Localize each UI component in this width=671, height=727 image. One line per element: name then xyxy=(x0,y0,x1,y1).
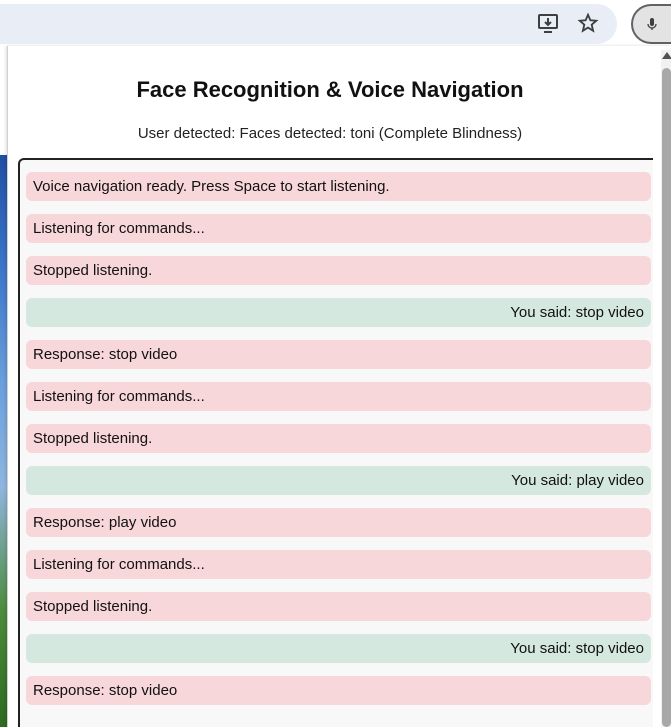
system-message: Response: stop video xyxy=(26,676,651,705)
system-message: Voice navigation ready. Press Space to s… xyxy=(26,172,651,201)
system-message: Response: play video xyxy=(26,508,651,537)
microphone-icon xyxy=(647,18,657,30)
system-message: Listening for commands... xyxy=(26,550,651,579)
install-app-icon[interactable] xyxy=(535,10,561,36)
system-message: Stopped listening. xyxy=(26,424,651,453)
system-message: Listening for commands... xyxy=(26,214,651,243)
browser-toolbar xyxy=(0,0,671,46)
system-message: Listening for commands... xyxy=(26,382,651,411)
system-message: Response: stop video xyxy=(26,340,651,369)
background-image xyxy=(0,155,7,727)
message-log[interactable]: Voice navigation ready. Press Space to s… xyxy=(18,158,653,727)
user-message: You said: stop video xyxy=(26,298,651,327)
scroll-thumb[interactable] xyxy=(662,68,671,727)
user-message: You said: play video xyxy=(26,466,651,495)
address-bar[interactable] xyxy=(0,4,617,44)
bookmark-star-icon[interactable] xyxy=(575,10,601,36)
scrollbar[interactable] xyxy=(661,50,671,727)
extension-button[interactable] xyxy=(631,4,671,44)
system-message: Stopped listening. xyxy=(26,256,651,285)
detection-status: User detected: Faces detected: toni (Com… xyxy=(137,125,523,142)
popup-title: Face Recognition & Voice Navigation xyxy=(136,77,524,102)
system-message: Stopped listening. xyxy=(26,592,651,621)
user-message: You said: stop video xyxy=(26,634,651,663)
extension-popup: Face Recognition & Voice Navigation User… xyxy=(7,46,671,727)
scroll-up-arrow-icon[interactable] xyxy=(662,52,671,59)
